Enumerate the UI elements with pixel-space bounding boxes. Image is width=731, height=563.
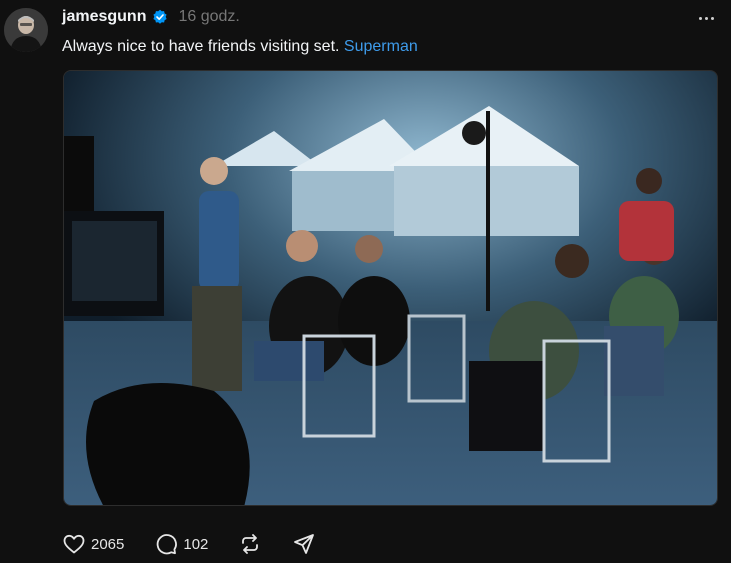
- caption-link-superman[interactable]: Superman: [344, 38, 418, 55]
- post-header: jamesgunn 16 godz.: [62, 5, 240, 29]
- post-actions: 2065 102: [62, 530, 346, 558]
- repost-button[interactable]: [238, 532, 262, 556]
- repost-icon: [242, 534, 259, 554]
- username[interactable]: jamesgunn: [62, 8, 146, 26]
- post-timestamp: 16 godz.: [178, 8, 240, 25]
- post-photo[interactable]: [63, 70, 718, 506]
- more-options-icon[interactable]: [694, 8, 718, 28]
- comment-count: 102: [183, 535, 209, 553]
- avatar[interactable]: [4, 8, 48, 52]
- share-icon: [294, 534, 315, 554]
- comment-button[interactable]: 102: [154, 532, 208, 556]
- verified-badge-icon: [152, 9, 168, 25]
- heart-icon: [63, 534, 85, 554]
- post-caption: Always nice to have friends visiting set…: [62, 38, 418, 56]
- caption-text: Always nice to have friends visiting set…: [62, 38, 340, 55]
- share-button[interactable]: [292, 532, 316, 556]
- like-button[interactable]: 2065: [62, 532, 124, 556]
- like-count: 2065: [91, 535, 125, 553]
- comment-icon: [157, 534, 178, 555]
